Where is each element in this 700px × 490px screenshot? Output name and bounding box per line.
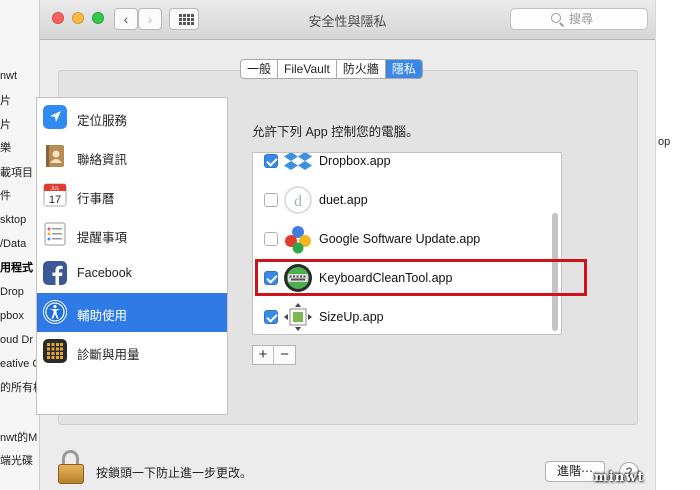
finder-sidebar-item[interactable]: 片 xyxy=(0,116,40,134)
finder-sidebar-item-selected[interactable]: 用程式 xyxy=(0,259,40,277)
app-checkbox[interactable] xyxy=(264,310,278,324)
app-row-google-software-update: Google Software Update.app xyxy=(253,220,549,259)
accessibility-app-list: Dropbox.app d duet.app Google Software U… xyxy=(252,152,562,335)
category-accessibility[interactable]: 輔助使用 xyxy=(37,293,227,332)
finder-sidebar-item[interactable]: pbox xyxy=(0,307,40,325)
tab-bar: 一般 FileVault 防火牆 隱私 xyxy=(240,59,423,79)
finder-sidebar-item[interactable]: 件 xyxy=(0,187,40,205)
app-checkbox[interactable] xyxy=(264,154,278,168)
search-placeholder: 搜尋 xyxy=(569,12,594,26)
category-location-services[interactable]: 定位服務 xyxy=(37,98,227,137)
category-label: 聯絡資訊 xyxy=(77,153,128,167)
background-window-right: op xyxy=(655,0,700,490)
category-label: 提醒事項 xyxy=(77,231,128,245)
reminders-list-icon xyxy=(44,222,66,246)
category-label: Facebook xyxy=(77,266,132,280)
finder-sidebar-item[interactable]: sktop xyxy=(0,211,40,229)
category-facebook[interactable]: Facebook xyxy=(37,254,227,293)
dropbox-icon xyxy=(284,153,312,170)
tab-general[interactable]: 一般 xyxy=(241,60,279,78)
finder-sidebar-item[interactable]: nwt xyxy=(0,67,40,85)
search-icon xyxy=(551,13,561,23)
google-software-update-icon xyxy=(285,226,311,254)
finder-sidebar-item[interactable]: eative C xyxy=(0,355,40,373)
calendar-month: JUL xyxy=(51,186,60,192)
category-label: 行事曆 xyxy=(77,192,115,206)
calendar-day: 17 xyxy=(49,194,61,206)
title-bar: ‹ › 安全性與隱私 搜尋 xyxy=(40,0,655,40)
finder-sidebar-item[interactable]: 端光碟 xyxy=(0,452,40,470)
facebook-icon xyxy=(43,261,67,285)
background-finder-sidebar: nwt 片 片 樂 載項目 件 sktop /Data 用程式 Drop pbo… xyxy=(0,0,40,490)
watermark: minwt xyxy=(594,470,645,485)
app-checkbox[interactable] xyxy=(264,232,278,246)
accessibility-prompt: 允許下列 App 控制您的電腦。 xyxy=(252,125,419,139)
calendar-icon: JUL 17 xyxy=(43,183,67,207)
finder-sidebar-item[interactable]: 的所有檔 xyxy=(0,379,40,397)
app-checkbox[interactable] xyxy=(264,193,278,207)
category-contacts[interactable]: 聯絡資訊 xyxy=(37,137,227,176)
contacts-book-icon xyxy=(46,145,64,167)
app-name: SizeUp.app xyxy=(319,310,384,324)
diagnostics-grid-icon xyxy=(43,339,67,363)
svg-text:d: d xyxy=(294,193,302,210)
app-name: Dropbox.app xyxy=(319,154,391,168)
category-calendar[interactable]: JUL 17 行事曆 xyxy=(37,176,227,215)
category-reminders[interactable]: 提醒事項 xyxy=(37,215,227,254)
tab-firewall[interactable]: 防火牆 xyxy=(337,60,386,78)
app-row-sizeup: SizeUp.app xyxy=(253,298,549,334)
lock-icon[interactable] xyxy=(58,450,88,486)
app-row-duet: d duet.app xyxy=(253,181,549,220)
tab-filevault[interactable]: FileVault xyxy=(278,60,337,78)
app-name: Google Software Update.app xyxy=(319,232,481,246)
app-name: duet.app xyxy=(319,193,368,207)
category-label: 定位服務 xyxy=(77,114,128,128)
remove-app-button[interactable]: − xyxy=(274,346,295,364)
location-arrow-icon xyxy=(43,105,67,129)
finder-sidebar-item[interactable]: oud Dr xyxy=(0,331,40,349)
tab-privacy[interactable]: 隱私 xyxy=(385,60,422,78)
finder-sidebar-item[interactable]: Drop xyxy=(0,283,40,301)
add-remove-controls: + − xyxy=(252,345,296,365)
privacy-category-list: 定位服務 聯絡資訊 JUL 17 行事曆 提醒事項 Facebook 輔助使用 診… xyxy=(36,97,228,415)
finder-sidebar-item[interactable]: 片 xyxy=(0,92,40,110)
finder-sidebar-item[interactable]: 載項目 xyxy=(0,164,40,182)
search-field[interactable]: 搜尋 xyxy=(510,8,648,30)
duet-icon: d xyxy=(284,186,312,214)
category-label: 診斷與用量 xyxy=(77,348,140,362)
category-diagnostics-usage[interactable]: 診斷與用量 xyxy=(37,332,227,371)
category-label: 輔助使用 xyxy=(77,309,128,323)
background-text-fragment: op xyxy=(658,136,671,148)
finder-sidebar-item[interactable]: /Data xyxy=(0,235,40,253)
add-app-button[interactable]: + xyxy=(253,346,274,364)
finder-sidebar-item[interactable]: 樂 xyxy=(0,139,40,157)
highlight-box xyxy=(255,259,587,296)
app-row-dropbox: Dropbox.app xyxy=(253,153,549,181)
finder-sidebar-item[interactable]: nwt的M xyxy=(0,429,40,447)
lock-message: 按鎖頭一下防止進一步更改。 xyxy=(96,466,253,480)
accessibility-icon xyxy=(43,300,67,324)
sizeup-icon xyxy=(284,303,312,331)
